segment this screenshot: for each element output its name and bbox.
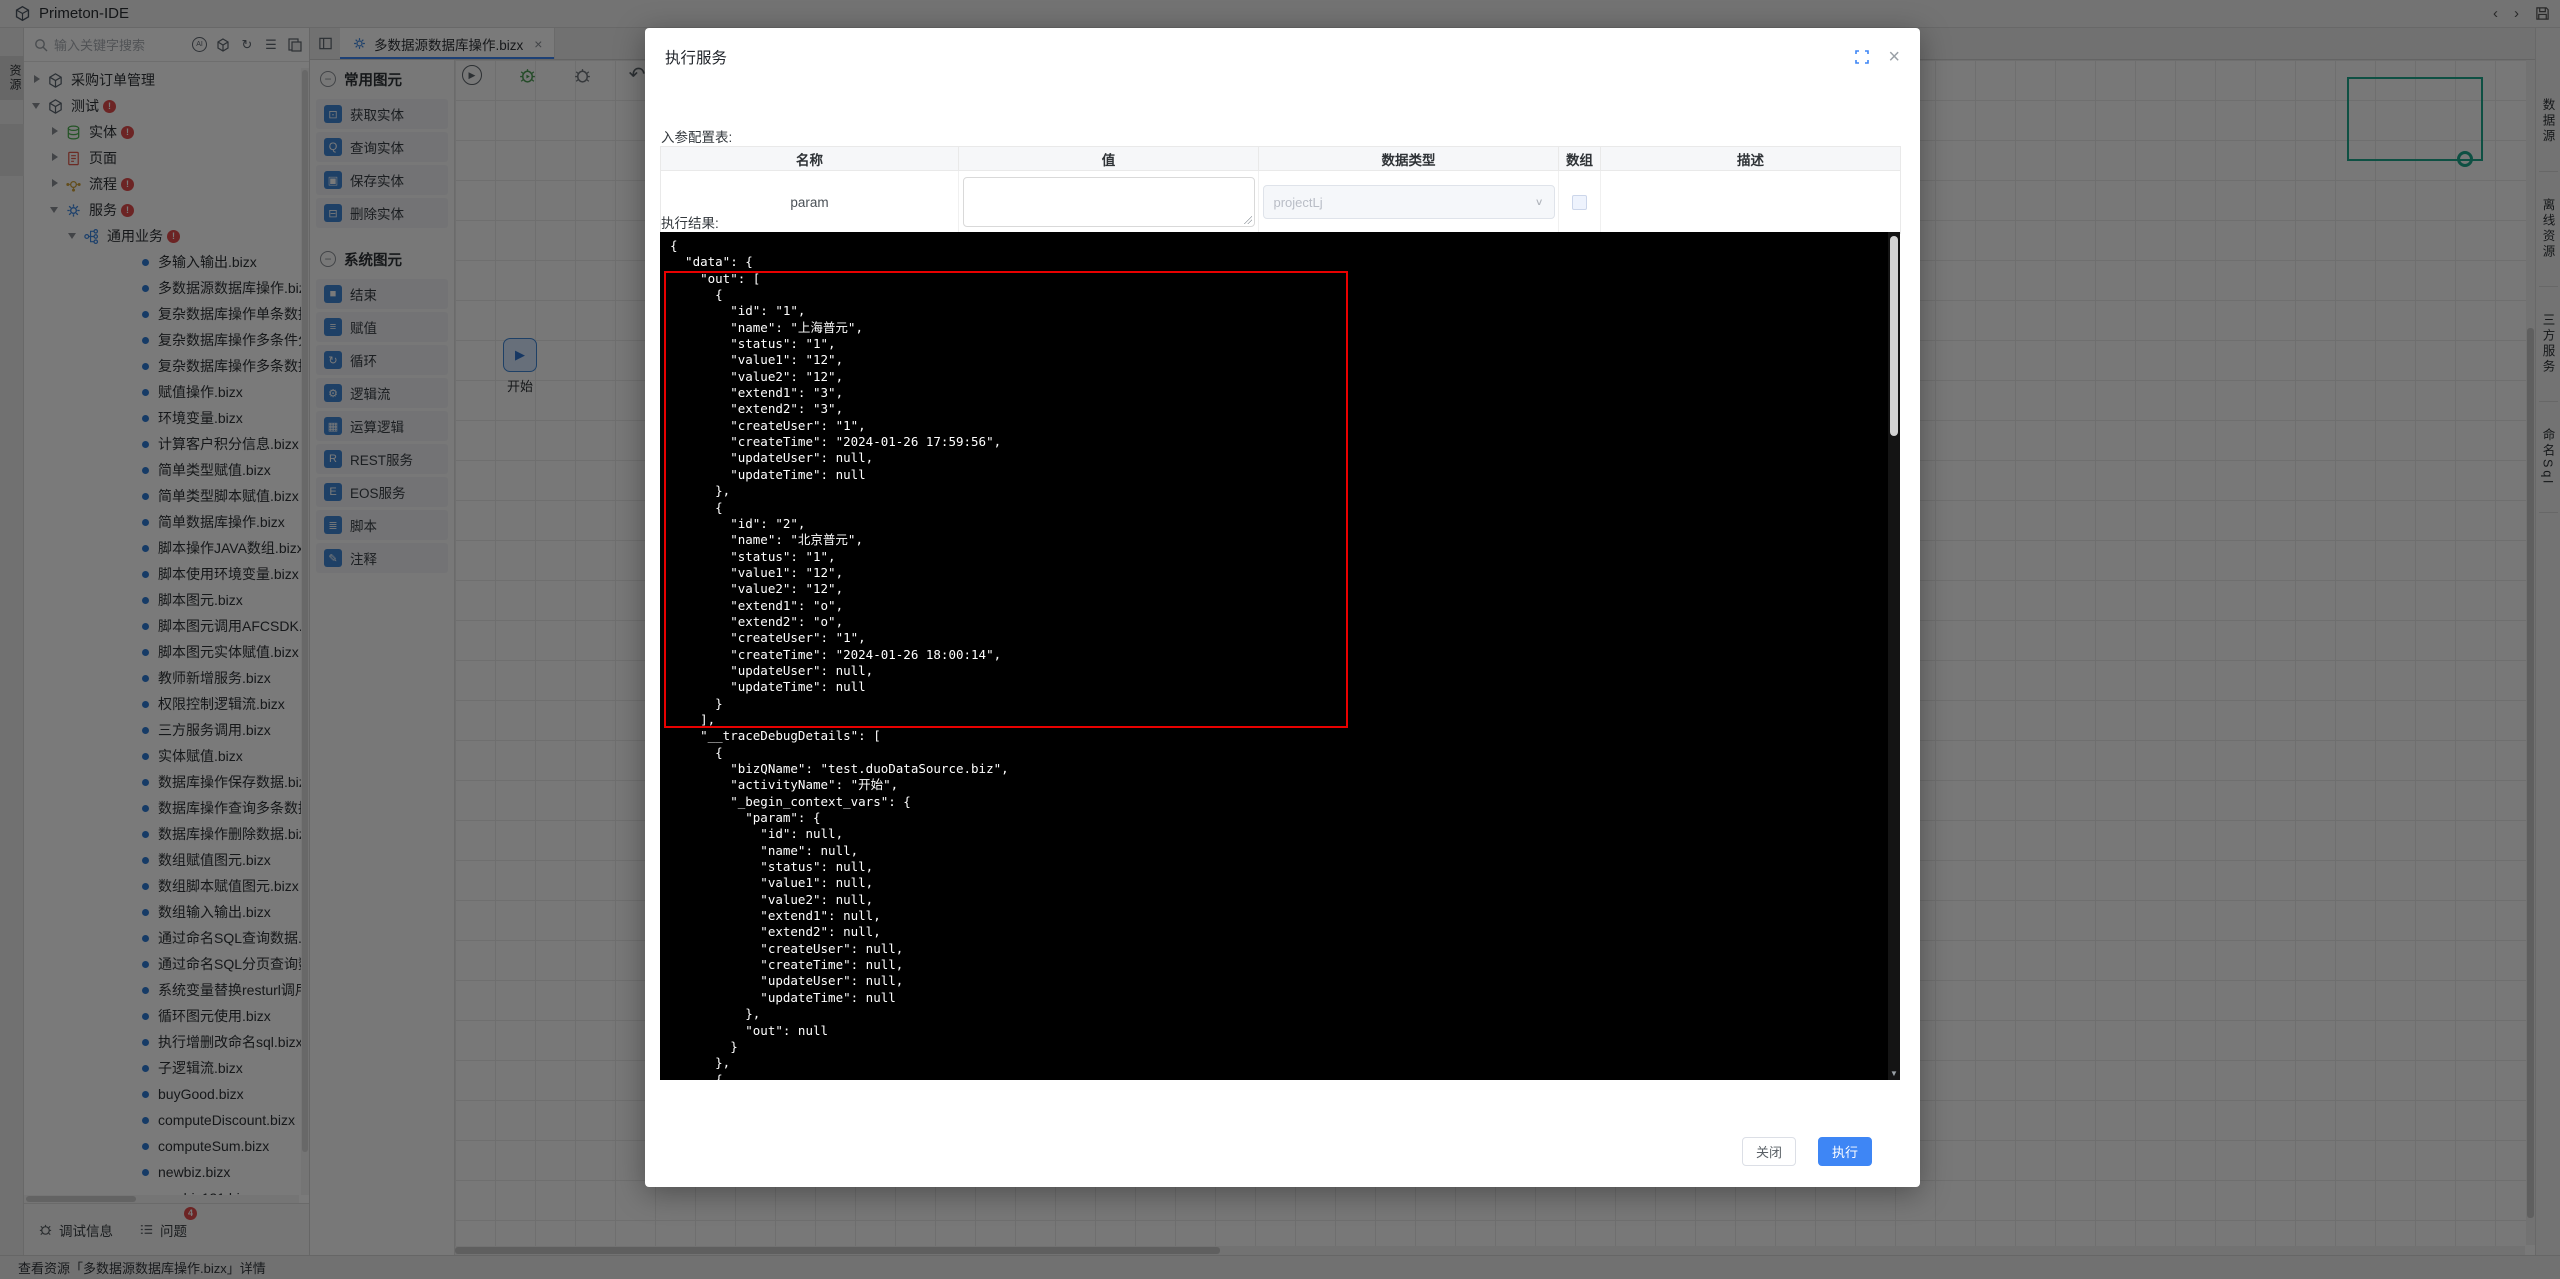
- param-desc-cell: [1601, 171, 1900, 233]
- dialog-header: 执行服务 ×: [645, 28, 1920, 86]
- col-header-datatype: 数据类型: [1259, 147, 1559, 170]
- param-table-label: 入参配置表:: [661, 126, 732, 146]
- app-window: Primeton-IDE ‹ › 资源 输入关键字搜索 AI ↻: [0, 0, 2560, 1279]
- col-header-array: 数组: [1559, 147, 1601, 170]
- execution-result-console[interactable]: { "data": { "out": [ { "id": "1", "name"…: [660, 232, 1900, 1080]
- param-table-header: 名称 值 数据类型 数组 描述: [661, 147, 1900, 171]
- param-datatype-select[interactable]: projectLj ∨: [1263, 185, 1555, 219]
- array-checkbox[interactable]: [1572, 195, 1587, 210]
- param-table: 名称 值 数据类型 数组 描述 param projectLj ∨: [660, 146, 1901, 234]
- close-button[interactable]: 关闭: [1742, 1137, 1796, 1166]
- console-scrollbar-thumb[interactable]: [1890, 236, 1898, 436]
- fullscreen-icon[interactable]: [1854, 49, 1870, 65]
- result-label: 执行结果:: [661, 212, 719, 232]
- close-dialog-icon[interactable]: ×: [1888, 47, 1900, 67]
- col-header-desc: 描述: [1601, 147, 1900, 170]
- col-header-name: 名称: [661, 147, 959, 170]
- col-header-value: 值: [959, 147, 1259, 170]
- console-scrollbar[interactable]: ▼: [1888, 232, 1900, 1080]
- param-table-row: param projectLj ∨: [661, 171, 1900, 233]
- execute-button[interactable]: 执行: [1818, 1137, 1872, 1166]
- scroll-down-arrow-icon[interactable]: ▼: [1888, 1069, 1900, 1078]
- dialog-footer: 关闭 执行: [645, 1115, 1920, 1187]
- chevron-down-icon: ∨: [1535, 196, 1544, 207]
- selected-datatype: projectLj: [1274, 195, 1323, 210]
- execute-service-dialog: 执行服务 × 入参配置表: 名称 值 数据类型 数组 描述 param proj…: [645, 28, 1920, 1187]
- dialog-title: 执行服务: [665, 46, 727, 68]
- console-output: { "data": { "out": [ { "id": "1", "name"…: [660, 232, 1900, 1080]
- param-value-input[interactable]: [963, 177, 1255, 227]
